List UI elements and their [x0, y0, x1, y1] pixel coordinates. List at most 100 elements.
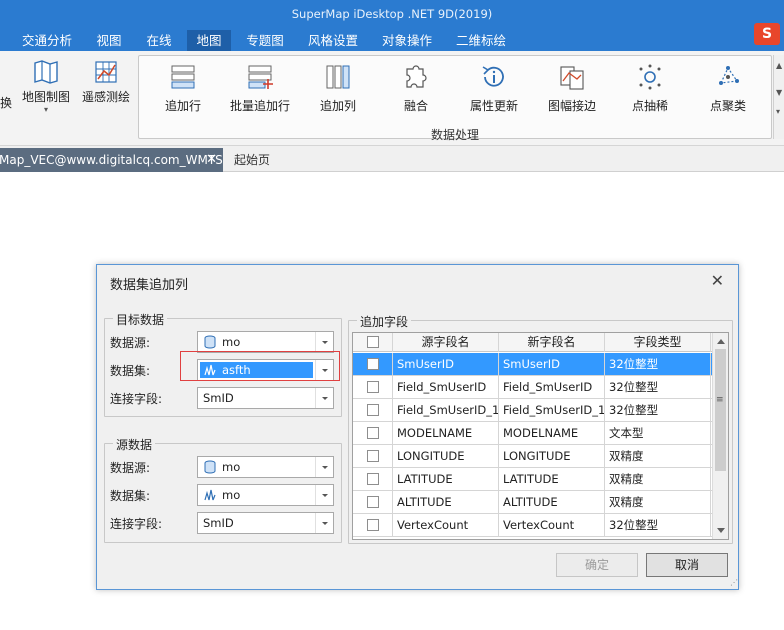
cell-field-type[interactable]: 32位整型	[605, 514, 711, 537]
tab-style-settings[interactable]: 风格设置	[300, 30, 366, 51]
map-cartography-label: 地图制图	[21, 90, 70, 104]
tab-object-operations[interactable]: 对象操作	[374, 30, 440, 51]
append-row-button[interactable]: 追加行	[143, 63, 223, 117]
cell-new-field[interactable]: Field_SmUserID	[499, 376, 605, 399]
tab-map[interactable]: 地图	[187, 30, 231, 51]
edge-match-button[interactable]: 图幅接边	[532, 63, 612, 117]
table-row[interactable]: SmUserID SmUserID 32位整型	[353, 353, 713, 376]
grid-scrollbar[interactable]: ≡	[712, 333, 728, 539]
ribbon-scroll[interactable]: ▲ ▼ ▾	[773, 55, 784, 139]
header-checkbox-cell	[353, 333, 393, 352]
row-checkbox[interactable]	[367, 427, 379, 439]
cell-source-field[interactable]: Field_SmUserID	[393, 376, 499, 399]
row-checkbox[interactable]	[367, 519, 379, 531]
cell-source-field[interactable]: SmUserID	[393, 353, 499, 376]
ribbon-cut-label[interactable]: 换	[0, 94, 12, 111]
remote-sensing-button[interactable]: 遥感测绘	[80, 59, 132, 105]
cell-field-type[interactable]: 32位整型	[605, 353, 711, 376]
scroll-down-icon[interactable]: ▼	[776, 88, 782, 97]
chevron-down-icon[interactable]	[315, 513, 333, 533]
point-cluster-icon	[719, 66, 739, 85]
point-cluster-button[interactable]: 点聚类	[688, 63, 768, 117]
cell-new-field[interactable]: Field_SmUserID_1	[499, 399, 605, 422]
scroll-up-icon[interactable]: ▲	[776, 61, 782, 70]
map-cartography-button[interactable]: 地图制图 ▾	[20, 59, 72, 114]
tab-online[interactable]: 在线	[138, 30, 180, 51]
resize-grip-icon[interactable]: ⋰	[730, 578, 782, 629]
target-joinfield-select[interactable]: SmID	[197, 387, 334, 409]
cell-source-field[interactable]: LATITUDE	[393, 468, 499, 491]
doc-tab-start-page[interactable]: 起始页	[234, 148, 270, 172]
point-thinning-icon	[639, 64, 661, 90]
attribute-update-button[interactable]: 属性更新	[454, 63, 534, 117]
doc-tab-map[interactable]: Map_VEC@www.digitalcq.com_WMTS ✕	[0, 148, 223, 172]
col-source-field[interactable]: 源字段名	[393, 333, 499, 352]
chevron-down-icon: ▾	[43, 105, 48, 114]
table-row[interactable]: MODELNAME MODELNAME 文本型	[353, 422, 713, 445]
target-datasource-select[interactable]: mo	[197, 331, 334, 353]
chevron-down-icon[interactable]	[315, 485, 333, 505]
target-joinfield-label: 连接字段:	[110, 392, 163, 406]
cancel-button[interactable]: 取消	[646, 553, 728, 577]
tab-view[interactable]: 视图	[84, 30, 134, 51]
close-icon[interactable]: ✕	[206, 148, 217, 172]
point-thinning-button[interactable]: 点抽稀	[610, 63, 690, 117]
cell-new-field[interactable]: ALTITUDE	[499, 491, 605, 514]
tab-2d-plotting[interactable]: 二维标绘	[448, 30, 514, 51]
cell-new-field[interactable]: LONGITUDE	[499, 445, 605, 468]
chevron-down-icon[interactable]	[315, 457, 333, 477]
remote-sensing-icon	[95, 61, 117, 83]
table-row[interactable]: VertexCount VertexCount 32位整型	[353, 514, 713, 537]
source-dataset-select[interactable]: mo	[197, 484, 334, 506]
cell-field-type[interactable]: 文本型	[605, 422, 711, 445]
table-row[interactable]: Field_SmUserID Field_SmUserID 32位整型	[353, 376, 713, 399]
window-title: SuperMap iDesktop .NET 9D(2019)	[291, 7, 493, 21]
row-checkbox[interactable]	[367, 358, 379, 370]
table-row[interactable]: ALTITUDE ALTITUDE 双精度	[353, 491, 713, 514]
row-checkbox[interactable]	[367, 404, 379, 416]
row-checkbox[interactable]	[367, 473, 379, 485]
cell-field-type[interactable]: 32位整型	[605, 376, 711, 399]
cell-new-field[interactable]: SmUserID	[499, 353, 605, 376]
scroll-thumb[interactable]	[715, 349, 726, 471]
chevron-down-icon[interactable]	[315, 332, 333, 352]
cell-source-field[interactable]: LONGITUDE	[393, 445, 499, 468]
ok-button[interactable]: 确定	[556, 553, 638, 577]
cell-new-field[interactable]: MODELNAME	[499, 422, 605, 445]
table-row[interactable]: Field_SmUserID_1 Field_SmUserID_1 32位整型	[353, 399, 713, 422]
col-new-field[interactable]: 新字段名	[499, 333, 605, 352]
row-checkbox[interactable]	[367, 381, 379, 393]
cell-source-field[interactable]: ALTITUDE	[393, 491, 499, 514]
tab-traffic-analysis[interactable]: 交通分析	[14, 30, 80, 51]
dissolve-button[interactable]: 融合	[376, 63, 456, 117]
col-field-type[interactable]: 字段类型	[605, 333, 711, 352]
scroll-down-icon[interactable]	[717, 528, 725, 533]
tab-thematic-map[interactable]: 专题图	[237, 30, 293, 51]
cell-field-type[interactable]: 双精度	[605, 445, 711, 468]
cell-field-type[interactable]: 32位整型	[605, 399, 711, 422]
batch-append-row-button[interactable]: 批量追加行	[220, 63, 300, 117]
scroll-up-icon[interactable]	[717, 339, 725, 344]
source-joinfield-select[interactable]: SmID	[197, 512, 334, 534]
row-checkbox[interactable]	[367, 496, 379, 508]
close-icon[interactable]: ✕	[711, 271, 724, 290]
table-row[interactable]: LATITUDE LATITUDE 双精度	[353, 468, 713, 491]
select-all-checkbox[interactable]	[367, 336, 379, 348]
chevron-down-icon[interactable]	[315, 388, 333, 408]
cell-new-field[interactable]: VertexCount	[499, 514, 605, 537]
cell-field-type[interactable]: 双精度	[605, 468, 711, 491]
cell-field-type[interactable]: 双精度	[605, 491, 711, 514]
table-row[interactable]: LONGITUDE LONGITUDE 双精度	[353, 445, 713, 468]
map-fold-icon	[34, 60, 58, 84]
append-fields-grid: 源字段名 新字段名 字段类型 SmUserID SmUserID 32位整型 Fiel…	[352, 332, 729, 540]
source-datasource-select[interactable]: mo	[197, 456, 334, 478]
datasource-db-icon	[204, 460, 216, 474]
row-checkbox[interactable]	[367, 450, 379, 462]
cell-source-field[interactable]: VertexCount	[393, 514, 499, 537]
cell-source-field[interactable]: MODELNAME	[393, 422, 499, 445]
more-icon[interactable]: ▾	[776, 107, 780, 116]
append-column-button[interactable]: 追加列	[298, 63, 378, 117]
source-dataset-label: 数据集:	[110, 489, 151, 503]
cell-source-field[interactable]: Field_SmUserID_1	[393, 399, 499, 422]
cell-new-field[interactable]: LATITUDE	[499, 468, 605, 491]
